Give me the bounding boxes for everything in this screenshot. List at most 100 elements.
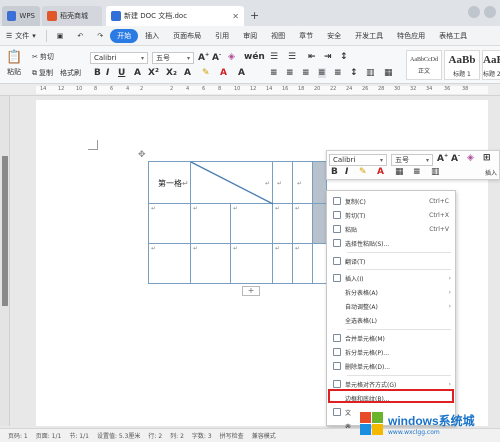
line-spacing-icon[interactable]: ↕ — [350, 68, 358, 78]
menu-item-split-table[interactable]: 拆分表格(A) › — [327, 286, 457, 298]
undo-icon[interactable]: ↶ — [70, 32, 90, 40]
menu-tab-features[interactable]: 特色应用 — [390, 31, 432, 41]
status-spellcheck[interactable]: 拼写检查 — [220, 431, 244, 440]
align-right-icon[interactable]: ≡ — [302, 68, 310, 78]
justify-icon[interactable]: ≡ — [318, 68, 326, 78]
shrink-font-icon[interactable]: A- — [451, 153, 460, 164]
grow-font-icon[interactable]: A+ — [198, 52, 209, 63]
table-cell[interactable]: ↵ — [292, 203, 313, 244]
table-cell[interactable]: ↵ — [292, 243, 313, 284]
table-cell[interactable]: ↵ — [148, 203, 191, 244]
menu-item-cut[interactable]: 剪切(T) Ctrl+X — [327, 209, 457, 221]
menu-tab-insert[interactable]: 插入 — [138, 31, 166, 41]
style-heading-1[interactable]: AaBb 标题 1 — [444, 50, 480, 80]
clear-format-icon[interactable]: ◈ — [467, 153, 474, 163]
menu-tab-security[interactable]: 安全 — [320, 31, 348, 41]
mini-insert-label[interactable]: 插入 — [485, 168, 497, 177]
increase-indent-icon[interactable]: ⇥ — [324, 52, 332, 62]
italic-icon[interactable]: I — [106, 68, 109, 78]
table-cell[interactable]: ↵ — [292, 161, 313, 204]
menu-item-autofit[interactable]: 自动调整(A) › — [327, 300, 457, 312]
align-icon[interactable]: ≡ — [413, 167, 421, 177]
menu-item-delete-cells[interactable]: 删除单元格(D)... — [327, 360, 457, 372]
paste-button[interactable]: 📋 粘贴 — [6, 50, 22, 77]
shading-icon[interactable]: ▥ — [366, 68, 375, 78]
table-cell[interactable]: ↵ — [272, 161, 293, 204]
font-size-select[interactable]: 五号 ▾ — [152, 52, 194, 64]
distribute-icon[interactable]: ≡ — [334, 68, 342, 78]
style-normal[interactable]: AaBbCcDd 正文 — [406, 50, 442, 80]
menu-item-paste-special[interactable]: 选择性粘贴(S)... — [327, 237, 457, 249]
strikethrough-icon[interactable]: A — [134, 68, 141, 78]
copy-button[interactable]: ⧉ 复制 — [32, 68, 53, 78]
close-tab-icon[interactable]: ✕ — [232, 12, 239, 21]
align-center-icon[interactable]: ≡ — [286, 68, 294, 78]
table-cell[interactable]: ↵ — [272, 203, 293, 244]
new-tab-button[interactable]: + — [250, 9, 259, 22]
menu-item-insert[interactable]: 插入(I) › — [327, 272, 457, 284]
table-cell[interactable]: ↵ — [272, 243, 293, 284]
format-painter-button[interactable]: 格式刷 — [60, 68, 81, 78]
menu-item-split-cells[interactable]: 拆分单元格(P)... — [327, 346, 457, 358]
menu-tab-home[interactable]: 开始 — [110, 28, 139, 43]
table-cell-selected[interactable] — [312, 203, 327, 244]
menu-item-translate[interactable]: 翻译(T) — [327, 255, 457, 267]
table-cell[interactable] — [312, 243, 327, 284]
shading-icon[interactable]: ▥ — [431, 167, 440, 177]
mini-insert-icon[interactable]: ⊞ — [483, 153, 491, 163]
highlight-icon[interactable]: ✎ — [359, 167, 367, 177]
shrink-font-icon[interactable]: A- — [212, 52, 221, 63]
add-row-button[interactable]: + — [242, 286, 260, 296]
menu-tab-table-tools[interactable]: 表格工具 — [432, 31, 474, 41]
table-cell-selected[interactable] — [312, 161, 327, 204]
borders-icon[interactable]: ▦ — [395, 167, 404, 177]
decrease-indent-icon[interactable]: ⇤ — [308, 52, 316, 62]
menu-tab-layout[interactable]: 页面布局 — [166, 31, 208, 41]
table-cell[interactable]: ↵ — [190, 203, 231, 244]
underline-icon[interactable]: U — [118, 68, 125, 78]
phonetic-icon[interactable]: wén — [244, 52, 265, 62]
status-word-count[interactable]: 字数: 3 — [192, 431, 212, 440]
tab-document[interactable]: 新建 DOC 文档.doc ✕ — [106, 6, 244, 26]
file-menu[interactable]: ☰ 文件 ▾ — [0, 31, 43, 41]
menu-tab-section[interactable]: 章节 — [292, 31, 320, 41]
menu-tab-developer[interactable]: 开发工具 — [348, 31, 390, 41]
minimize-button[interactable] — [468, 6, 480, 18]
font-select[interactable]: Calibri ▾ — [90, 52, 148, 64]
status-page-number[interactable]: 页码: 1 — [8, 431, 28, 440]
table-cell[interactable]: ↵ — [230, 203, 273, 244]
redo-icon[interactable]: ↷ — [90, 32, 110, 40]
menu-item-select-table[interactable]: 全选表格(L) — [327, 314, 457, 326]
style-heading-2[interactable]: AaBt 标题 2 — [482, 50, 500, 80]
superscript-icon[interactable]: X² — [148, 68, 159, 78]
borders-icon[interactable]: ▦ — [384, 68, 393, 78]
text-effect-icon[interactable]: A — [184, 68, 191, 78]
mini-font-select[interactable]: Calibri ▾ — [329, 154, 387, 166]
table-cell[interactable]: ↵ — [190, 243, 231, 284]
bold-icon[interactable]: B — [94, 68, 101, 78]
table-move-handle[interactable]: ✥ — [138, 150, 146, 160]
menu-tab-review[interactable]: 审阅 — [236, 31, 264, 41]
table-cell[interactable]: ↵ — [230, 243, 273, 284]
char-border-icon[interactable]: A — [238, 68, 245, 78]
numbered-list-icon[interactable]: ☰ — [288, 52, 296, 62]
font-color-icon[interactable]: A — [377, 167, 384, 177]
italic-icon[interactable]: I — [345, 167, 348, 177]
vertical-ruler[interactable] — [0, 96, 10, 426]
sort-icon[interactable]: ↕ — [340, 52, 348, 62]
grow-font-icon[interactable]: A+ — [437, 153, 448, 164]
tab-wps[interactable]: WPS — [2, 6, 40, 26]
save-icon[interactable]: ▣ — [50, 32, 71, 40]
cut-button[interactable]: ✂ 剪切 — [32, 52, 54, 62]
horizontal-ruler[interactable]: 14 12 10 8 6 4 2 2 4 6 8 10 12 14 16 18 … — [0, 84, 500, 96]
align-left-icon[interactable]: ≡ — [270, 68, 278, 78]
menu-tab-view[interactable]: 视图 — [264, 31, 292, 41]
table-cell[interactable]: ↵ — [148, 243, 191, 284]
mini-size-select[interactable]: 五号 ▾ — [391, 154, 433, 166]
maximize-button[interactable] — [484, 6, 496, 18]
bullet-list-icon[interactable]: ☰ — [270, 52, 278, 62]
font-color-icon[interactable]: A — [220, 68, 227, 78]
menu-item-copy[interactable]: 复制(C) Ctrl+C — [327, 195, 457, 207]
menu-tab-references[interactable]: 引用 — [208, 31, 236, 41]
menu-item-paste[interactable]: 粘贴 Ctrl+V — [327, 223, 457, 235]
